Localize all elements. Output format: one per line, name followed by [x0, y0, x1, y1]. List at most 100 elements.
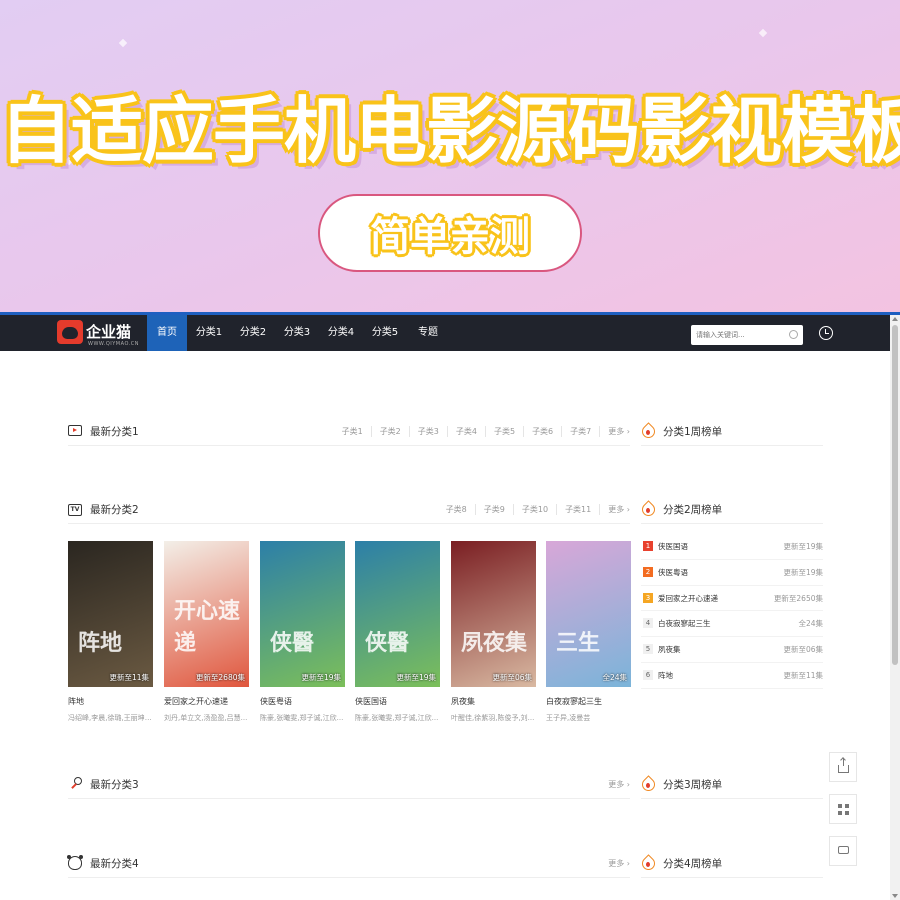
- nav-item-category4[interactable]: 分类4: [322, 315, 360, 351]
- subcategory-link[interactable]: 子类6: [524, 426, 563, 437]
- subcategory-link[interactable]: 子类9: [476, 504, 514, 515]
- rank-video-name[interactable]: 侠医国语: [658, 541, 688, 552]
- rank-row[interactable]: 1 侠医国语 更新至19集: [641, 534, 823, 560]
- promo-banner: 自适应手机电影源码影视模板 简单亲测: [0, 0, 900, 312]
- section-title: 最新分类4: [90, 858, 139, 870]
- rank-title: 分类1周榜单: [663, 426, 723, 438]
- flame-icon: [641, 777, 655, 791]
- subcategory-links: 子类1 子类2 子类3 子类4 子类5 子类6 子类7 更多 ›: [334, 426, 630, 437]
- rank-status: 更新至11集: [783, 670, 823, 680]
- subcategory-link[interactable]: 子类1: [334, 426, 372, 437]
- subcategory-links: 更多 ›: [600, 779, 630, 790]
- flame-icon: [641, 856, 655, 870]
- qrcode-button[interactable]: [829, 794, 857, 824]
- poster-art-text: 开心速递: [174, 599, 241, 656]
- nav-item-category1[interactable]: 分类1: [190, 315, 228, 351]
- screen-play-icon: [68, 425, 82, 436]
- video-title[interactable]: 侠医粤语: [260, 696, 345, 707]
- video-card[interactable]: 夙夜集 更新至06集 夙夜集 叶醒佳,徐紫羽,陈俊予,刘...: [451, 541, 536, 723]
- video-title[interactable]: 侠医国语: [355, 696, 440, 707]
- rank-status: 更新至19集: [783, 567, 823, 577]
- section-header-category2: TV 最新分类2 子类8 子类9 子类10 子类11 更多 ›: [68, 496, 630, 524]
- rank-header-category1: 分类1周榜单: [641, 418, 823, 446]
- banner-title: 自适应手机电影源码影视模板: [0, 89, 900, 173]
- share-button[interactable]: [829, 752, 857, 782]
- rank-number: 2: [643, 566, 653, 577]
- video-card[interactable]: 三生 全24集 白夜寂寥起三生 王子异,凌曼芸: [546, 541, 631, 723]
- video-title[interactable]: 夙夜集: [451, 696, 536, 707]
- video-card[interactable]: 侠醫更新至19集 侠医粤语 陈豪,张曦雯,郑子诚,江欣...: [260, 541, 345, 723]
- video-title[interactable]: 爱回家之开心速递: [164, 696, 249, 707]
- poster-art-text: 侠醫: [270, 631, 315, 656]
- more-link[interactable]: 更多 ›: [600, 426, 630, 437]
- scroll-down-arrow-icon[interactable]: [892, 894, 898, 898]
- scroll-up-arrow-icon[interactable]: [892, 317, 898, 321]
- chat-icon: [838, 843, 849, 854]
- more-link[interactable]: 更多 ›: [600, 858, 630, 869]
- search-icon[interactable]: [789, 330, 798, 339]
- subcategory-links: 更多 ›: [600, 858, 630, 869]
- nav-item-category2[interactable]: 分类2: [234, 315, 272, 351]
- poster-image[interactable]: 阵地更新至11集: [68, 541, 153, 687]
- rank-video-name[interactable]: 阵地: [658, 670, 673, 681]
- episode-badge: 更新至19集: [301, 673, 341, 682]
- subcategory-link[interactable]: 子类10: [514, 504, 558, 515]
- sparkle-decoration: [758, 28, 768, 38]
- poster-art-text: 阵地: [78, 631, 123, 656]
- video-card[interactable]: 阵地 更新至11集 阵地 冯绍峰,李晨,徐璐,王丽坤,...: [68, 541, 153, 723]
- site-logo[interactable]: 企业猫 WWW.QIYMAO.CN: [57, 318, 147, 350]
- top-navbar: 企业猫 WWW.QIYMAO.CN 首页 分类1 分类2 分类3 分类4 分类5…: [0, 315, 890, 351]
- nav-item-category5[interactable]: 分类5: [366, 315, 404, 351]
- rank-header-category3: 分类3周榜单: [641, 771, 823, 799]
- episode-badge: 更新至2680集: [195, 673, 245, 682]
- poster-image[interactable]: 开心速递更新至2680集: [164, 541, 249, 687]
- rank-number: 5: [643, 644, 653, 655]
- poster-image[interactable]: 侠醫更新至19集: [260, 541, 345, 687]
- poster-image[interactable]: 侠醫 更新至19集: [355, 541, 440, 687]
- subcategory-link[interactable]: 子类3: [410, 426, 448, 437]
- poster-image[interactable]: 三生 全24集: [546, 541, 631, 687]
- video-actors: 陈豪,张曦雯,郑子诚,江欣...: [260, 714, 344, 722]
- rank-number: 4: [643, 618, 653, 629]
- video-card[interactable]: 开心速递 更新至2680集 爱回家之开心速递 刘丹,单立文,汤盈盈,吕慧...: [164, 541, 249, 723]
- more-link[interactable]: 更多 ›: [600, 779, 630, 790]
- video-actors: 王子异,凌曼芸: [546, 714, 591, 722]
- feedback-button[interactable]: [829, 836, 857, 866]
- rank-row[interactable]: 2 侠医粤语 更新至19集: [641, 560, 823, 586]
- video-card[interactable]: 侠醫 更新至19集 侠医国语 陈豪,张曦雯,郑子诚,江欣...: [355, 541, 440, 723]
- rank-status: 全24集: [798, 619, 823, 629]
- video-title[interactable]: 阵地: [68, 696, 153, 707]
- rank-row[interactable]: 5 夙夜集 更新至06集: [641, 637, 823, 663]
- rank-video-name[interactable]: 爱回家之开心速递: [658, 593, 718, 604]
- subcategory-link[interactable]: 子类7: [562, 426, 601, 437]
- search-input[interactable]: [696, 328, 784, 342]
- rank-row[interactable]: 3 爱回家之开心速递 更新至2650集: [641, 586, 823, 612]
- search-box: [691, 325, 803, 345]
- rank-row[interactable]: 4 白夜寂寥起三生 全24集: [641, 611, 823, 638]
- poster-image[interactable]: 夙夜集 更新至06集: [451, 541, 536, 687]
- subcategory-link[interactable]: 子类2: [372, 426, 410, 437]
- subcategory-link[interactable]: 子类8: [438, 504, 476, 515]
- video-title[interactable]: 白夜寂寥起三生: [546, 696, 631, 707]
- subcategory-link[interactable]: 子类11: [557, 504, 601, 515]
- rank-number: 3: [643, 592, 653, 603]
- tv-icon: TV: [68, 504, 82, 516]
- qrcode-icon: [838, 804, 849, 815]
- rank-video-name[interactable]: 白夜寂寥起三生: [658, 618, 711, 629]
- rank-video-name[interactable]: 夙夜集: [658, 644, 681, 655]
- nav-item-home[interactable]: 首页: [147, 315, 187, 351]
- scrollbar-thumb[interactable]: [892, 325, 898, 665]
- rank-video-name[interactable]: 侠医粤语: [658, 567, 688, 578]
- more-link[interactable]: 更多 ›: [600, 504, 630, 515]
- section-title: 最新分类2: [90, 504, 139, 516]
- subcategory-link[interactable]: 子类4: [448, 426, 486, 437]
- poster-art-text: 侠醫: [365, 631, 410, 656]
- mic-icon: [68, 777, 82, 791]
- rank-row[interactable]: 6 阵地 更新至11集: [641, 663, 823, 689]
- page-scrollbar[interactable]: [890, 315, 900, 900]
- nav-item-category3[interactable]: 分类3: [278, 315, 316, 351]
- history-clock-icon[interactable]: [819, 326, 833, 340]
- subcategory-link[interactable]: 子类5: [486, 426, 525, 437]
- episode-badge: 更新至11集: [109, 673, 149, 682]
- nav-item-topics[interactable]: 专题: [410, 315, 446, 351]
